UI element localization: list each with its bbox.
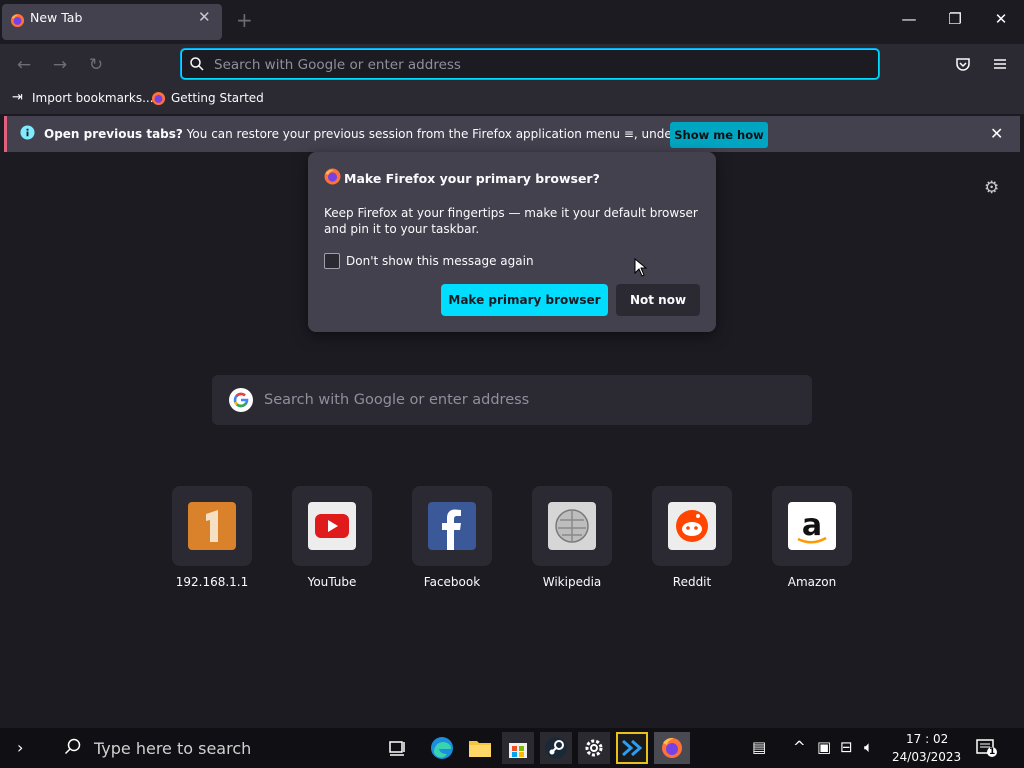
amazon-icon: a bbox=[788, 502, 836, 550]
back-button[interactable]: ← bbox=[11, 52, 37, 78]
wikipedia-icon bbox=[548, 502, 596, 550]
tab-title: New Tab bbox=[30, 10, 83, 25]
store-icon[interactable] bbox=[502, 732, 534, 764]
firefox-icon bbox=[151, 91, 166, 106]
clock-time[interactable]: 17 : 02 bbox=[906, 732, 948, 746]
edge-icon[interactable] bbox=[426, 732, 458, 764]
chevron-right-icon[interactable]: › bbox=[17, 738, 23, 757]
app-menu-icon[interactable] bbox=[992, 56, 1008, 72]
youtube-icon bbox=[308, 502, 356, 550]
content-search-placeholder: Search with Google or enter address bbox=[264, 392, 530, 408]
top-site-label: Amazon bbox=[787, 575, 837, 589]
new-tab-button[interactable]: + bbox=[236, 10, 253, 30]
taskbar-search-input[interactable]: Type here to search bbox=[94, 739, 251, 758]
reload-button[interactable]: ↻ bbox=[83, 52, 109, 78]
chevron-up-icon[interactable]: ^ bbox=[793, 738, 806, 756]
clock-date[interactable]: 24/03/2023 bbox=[892, 750, 961, 764]
not-now-button[interactable]: Not now bbox=[616, 284, 700, 316]
pocket-icon[interactable] bbox=[955, 56, 971, 72]
mouse-cursor-icon bbox=[634, 257, 650, 278]
facebook-icon bbox=[428, 502, 476, 550]
menu-icon: ≡ bbox=[623, 127, 634, 141]
close-window-button[interactable]: ✕ bbox=[986, 10, 1016, 34]
network-icon[interactable]: ⊟ bbox=[840, 738, 853, 756]
gear-icon[interactable]: ⚙ bbox=[984, 179, 1002, 197]
make-primary-browser-button[interactable]: Make primary browser bbox=[441, 284, 608, 316]
import-icon: ⇥ bbox=[12, 90, 23, 105]
app-shortcut-icon[interactable] bbox=[616, 732, 648, 764]
popup-title: Make Firefox your primary browser? bbox=[344, 171, 600, 186]
top-site-label: 192.168.1.1 bbox=[175, 575, 249, 589]
settings-icon[interactable] bbox=[578, 732, 610, 764]
search-icon bbox=[64, 738, 82, 756]
url-bar-placeholder: Search with Google or enter address bbox=[214, 57, 461, 73]
google-icon bbox=[228, 387, 254, 413]
popup-body: Keep Firefox at your fingertips — make i… bbox=[324, 206, 698, 236]
notification-text: You can restore your previous session fr… bbox=[182, 127, 624, 141]
top-site-label: YouTube bbox=[307, 575, 357, 589]
firefox-icon bbox=[324, 168, 341, 185]
restore-button[interactable]: ❐ bbox=[940, 10, 970, 34]
forward-button[interactable]: → bbox=[47, 52, 73, 78]
news-widget-icon[interactable]: ▤ bbox=[752, 738, 766, 756]
search-icon bbox=[189, 56, 205, 72]
top-site-label: Facebook bbox=[423, 575, 481, 589]
info-icon bbox=[20, 125, 35, 140]
notification-count-badge: 1 bbox=[989, 747, 996, 757]
svg-text:a: a bbox=[802, 508, 822, 543]
volume-muted-icon[interactable]: 🔈︎ bbox=[864, 738, 873, 756]
top-site-label: Wikipedia bbox=[542, 575, 602, 589]
dont-show-checkbox[interactable] bbox=[324, 253, 340, 269]
close-notification-icon[interactable]: ✕ bbox=[990, 124, 1003, 143]
meet-icon[interactable]: ▣ bbox=[817, 738, 831, 756]
top-site-label: Reddit bbox=[672, 575, 712, 589]
firefox-icon bbox=[10, 13, 25, 28]
steam-icon[interactable] bbox=[540, 732, 572, 764]
dont-show-checkbox-label[interactable]: Don't show this message again bbox=[346, 254, 534, 268]
notification-title: Open previous tabs? bbox=[44, 127, 183, 141]
router-icon bbox=[188, 502, 236, 550]
bookmark-getting-started[interactable]: Getting Started bbox=[171, 91, 264, 105]
file-explorer-icon[interactable] bbox=[464, 732, 496, 764]
task-view-icon[interactable] bbox=[382, 732, 414, 764]
show-me-how-button[interactable]: Show me how bbox=[670, 122, 768, 148]
reddit-icon bbox=[668, 502, 716, 550]
firefox-taskbar-icon[interactable] bbox=[654, 732, 690, 764]
close-tab-icon[interactable]: ✕ bbox=[198, 8, 211, 26]
notification-message: Open previous tabs? You can restore your… bbox=[44, 127, 725, 141]
minimize-button[interactable]: — bbox=[894, 10, 924, 34]
bookmark-import[interactable]: Import bookmarks... bbox=[32, 91, 154, 105]
